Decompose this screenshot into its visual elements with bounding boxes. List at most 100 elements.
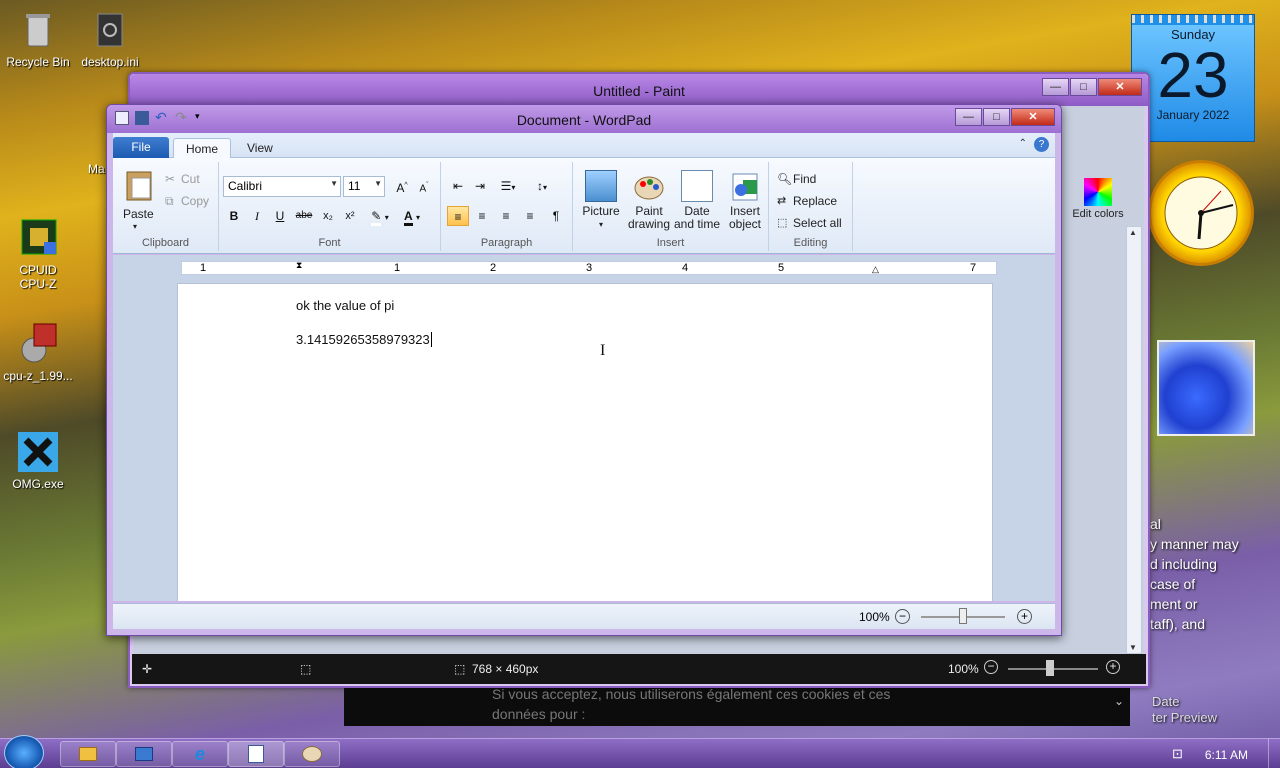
wordpad-zoom-thumb[interactable]: [959, 608, 967, 624]
tab-view[interactable]: View: [235, 138, 285, 158]
cut-button[interactable]: Cut: [181, 172, 200, 186]
taskbar-paint[interactable]: [284, 741, 340, 767]
background-text-block: al y manner may d including case of ment…: [1150, 514, 1239, 634]
color-wheel-icon: [1084, 178, 1112, 206]
indent-marker-icon[interactable]: ⧗: [296, 260, 302, 271]
ruler-mark: 1: [200, 262, 207, 274]
desktop-icon-cpuz-installer[interactable]: cpu-z_1.99...: [0, 322, 76, 383]
edit-colors-button[interactable]: Edit colors: [1058, 178, 1138, 221]
clipped-desktop-label: Ma: [88, 162, 105, 176]
desktop-icon-desktop-ini[interactable]: desktop.ini: [72, 8, 148, 69]
picture-button[interactable]: Picture: [577, 205, 625, 218]
paint-titlebar[interactable]: Untitled - Paint — □ ✕: [130, 74, 1148, 106]
document-line-2: 3.14159265358979323: [296, 332, 432, 347]
underline-button[interactable]: U: [269, 206, 291, 226]
paste-button[interactable]: Paste: [123, 207, 154, 221]
align-right-button[interactable]: ≡: [495, 206, 517, 226]
paint-status-bar: ✛ ⬚ ⬚ 768 × 460px 100% − +: [132, 654, 1146, 684]
desktop-icon-cpuz[interactable]: CPUID CPU-Z: [0, 216, 76, 291]
scroll-down-icon[interactable]: ▼: [1129, 643, 1137, 652]
font-size-select[interactable]: 11 ▼: [343, 176, 385, 197]
highlight-color-button[interactable]: ✎ ▾: [365, 206, 395, 226]
date-time-button[interactable]: Date and time: [673, 205, 721, 231]
document-area: 1 1 2 3 4 5 7 ⧗ △ ok the value of pi 3.1…: [113, 255, 1055, 601]
wordpad-maximize-button[interactable]: □: [983, 108, 1010, 126]
line-spacing-button[interactable]: ↕▾: [527, 176, 557, 196]
replace-button[interactable]: Replace: [793, 194, 837, 208]
paint-zoom-out-button[interactable]: −: [984, 660, 998, 674]
clock-gadget[interactable]: [1148, 160, 1254, 266]
paint-maximize-button[interactable]: □: [1070, 78, 1097, 96]
paste-dropdown-icon[interactable]: ▾: [133, 222, 137, 231]
document-page[interactable]: ok the value of pi 3.14159265358979323 I: [177, 283, 993, 601]
font-family-select[interactable]: Calibri ▼: [223, 176, 341, 197]
find-button[interactable]: Find: [793, 172, 816, 186]
paint-drawing-button[interactable]: Paint drawing: [625, 205, 673, 231]
paint-drawing-icon: [633, 170, 665, 202]
decrease-indent-button[interactable]: ⇤: [447, 176, 469, 196]
cpuz-icon: [16, 216, 60, 260]
paint-canvas-dimensions: 768 × 460px: [472, 662, 539, 676]
start-button[interactable]: [4, 735, 44, 768]
paint-zoom-thumb[interactable]: [1046, 660, 1054, 676]
calendar-icon: [681, 170, 713, 202]
paste-icon: [123, 168, 155, 201]
paint-minimize-button[interactable]: —: [1042, 78, 1069, 96]
subscript-button[interactable]: x₂: [317, 206, 339, 226]
taskbar-internet-explorer[interactable]: e: [172, 741, 228, 767]
tab-file[interactable]: File: [113, 137, 169, 158]
font-color-button[interactable]: A ▾: [397, 206, 427, 226]
paint-close-button[interactable]: ✕: [1098, 78, 1142, 96]
ruler[interactable]: 1 1 2 3 4 5 7 ⧗ △: [181, 260, 997, 275]
copy-button[interactable]: Copy: [181, 194, 209, 208]
grow-font-button[interactable]: A^: [391, 176, 413, 196]
ruler-mark: 2: [490, 262, 497, 274]
bullets-button[interactable]: ☰▾: [493, 176, 523, 196]
ruler-mark: 7: [970, 262, 977, 274]
insert-object-button[interactable]: Insert object: [721, 205, 769, 231]
align-left-button[interactable]: ≡: [447, 206, 469, 226]
taskbar-control-panel[interactable]: [116, 741, 172, 767]
right-indent-marker-icon[interactable]: △: [872, 264, 879, 275]
palette-icon: [302, 746, 322, 762]
ruler-mark: 3: [586, 262, 593, 274]
text-cursor-icon: I: [600, 342, 606, 359]
tray-clock[interactable]: 6:11 AM: [1205, 748, 1248, 762]
wordpad-titlebar[interactable]: ↶ ↷ ▾ Document - WordPad — □ ✕: [107, 105, 1061, 133]
bold-button[interactable]: B: [223, 206, 245, 226]
wordpad-minimize-button[interactable]: —: [955, 108, 982, 126]
wordpad-zoom-in-button[interactable]: +: [1017, 609, 1032, 624]
wordpad-zoom-out-button[interactable]: −: [895, 609, 910, 624]
tab-home[interactable]: Home: [173, 138, 232, 158]
wordpad-close-button[interactable]: ✕: [1011, 108, 1055, 126]
desktop-icon-recycle-bin[interactable]: Recycle Bin: [0, 8, 76, 69]
superscript-button[interactable]: x²: [339, 206, 361, 226]
wordpad-window[interactable]: ↶ ↷ ▾ Document - WordPad — □ ✕ File Home…: [106, 104, 1062, 636]
strikethrough-button[interactable]: abe: [293, 206, 315, 226]
ruler-mark: 4: [682, 262, 689, 274]
taskbar-wordpad[interactable]: [228, 741, 284, 767]
minimize-ribbon-icon[interactable]: ⌃: [1019, 138, 1027, 149]
desktop-icon-omg-exe[interactable]: OMG.exe: [0, 430, 76, 491]
settings-file-icon: [88, 8, 132, 52]
increase-indent-button[interactable]: ⇥: [469, 176, 491, 196]
italic-button[interactable]: I: [246, 206, 268, 226]
paint-vertical-scrollbar[interactable]: ▲ ▼: [1126, 226, 1142, 654]
justify-button[interactable]: ≡: [519, 206, 541, 226]
chevron-down-icon[interactable]: ⌄: [1114, 694, 1124, 708]
scroll-up-icon[interactable]: ▲: [1129, 228, 1137, 237]
select-all-button[interactable]: Select all: [793, 216, 842, 230]
picture-dropdown-icon[interactable]: ▾: [577, 218, 625, 231]
slideshow-gadget[interactable]: [1157, 340, 1255, 436]
chevron-down-icon: ▼: [330, 179, 338, 188]
paint-zoom-in-button[interactable]: +: [1106, 660, 1120, 674]
help-icon[interactable]: ?: [1034, 137, 1049, 152]
show-desktop-button[interactable]: [1268, 739, 1280, 768]
network-icon[interactable]: ⊡: [1172, 746, 1183, 762]
align-center-button[interactable]: ≡: [471, 206, 493, 226]
paragraph-settings-button[interactable]: ¶: [545, 206, 567, 226]
clipped-right-line: Date: [1152, 694, 1180, 709]
paint-zoom-level: 100%: [948, 662, 979, 676]
shrink-font-button[interactable]: Aˇ: [413, 176, 435, 196]
taskbar-explorer[interactable]: [60, 741, 116, 767]
